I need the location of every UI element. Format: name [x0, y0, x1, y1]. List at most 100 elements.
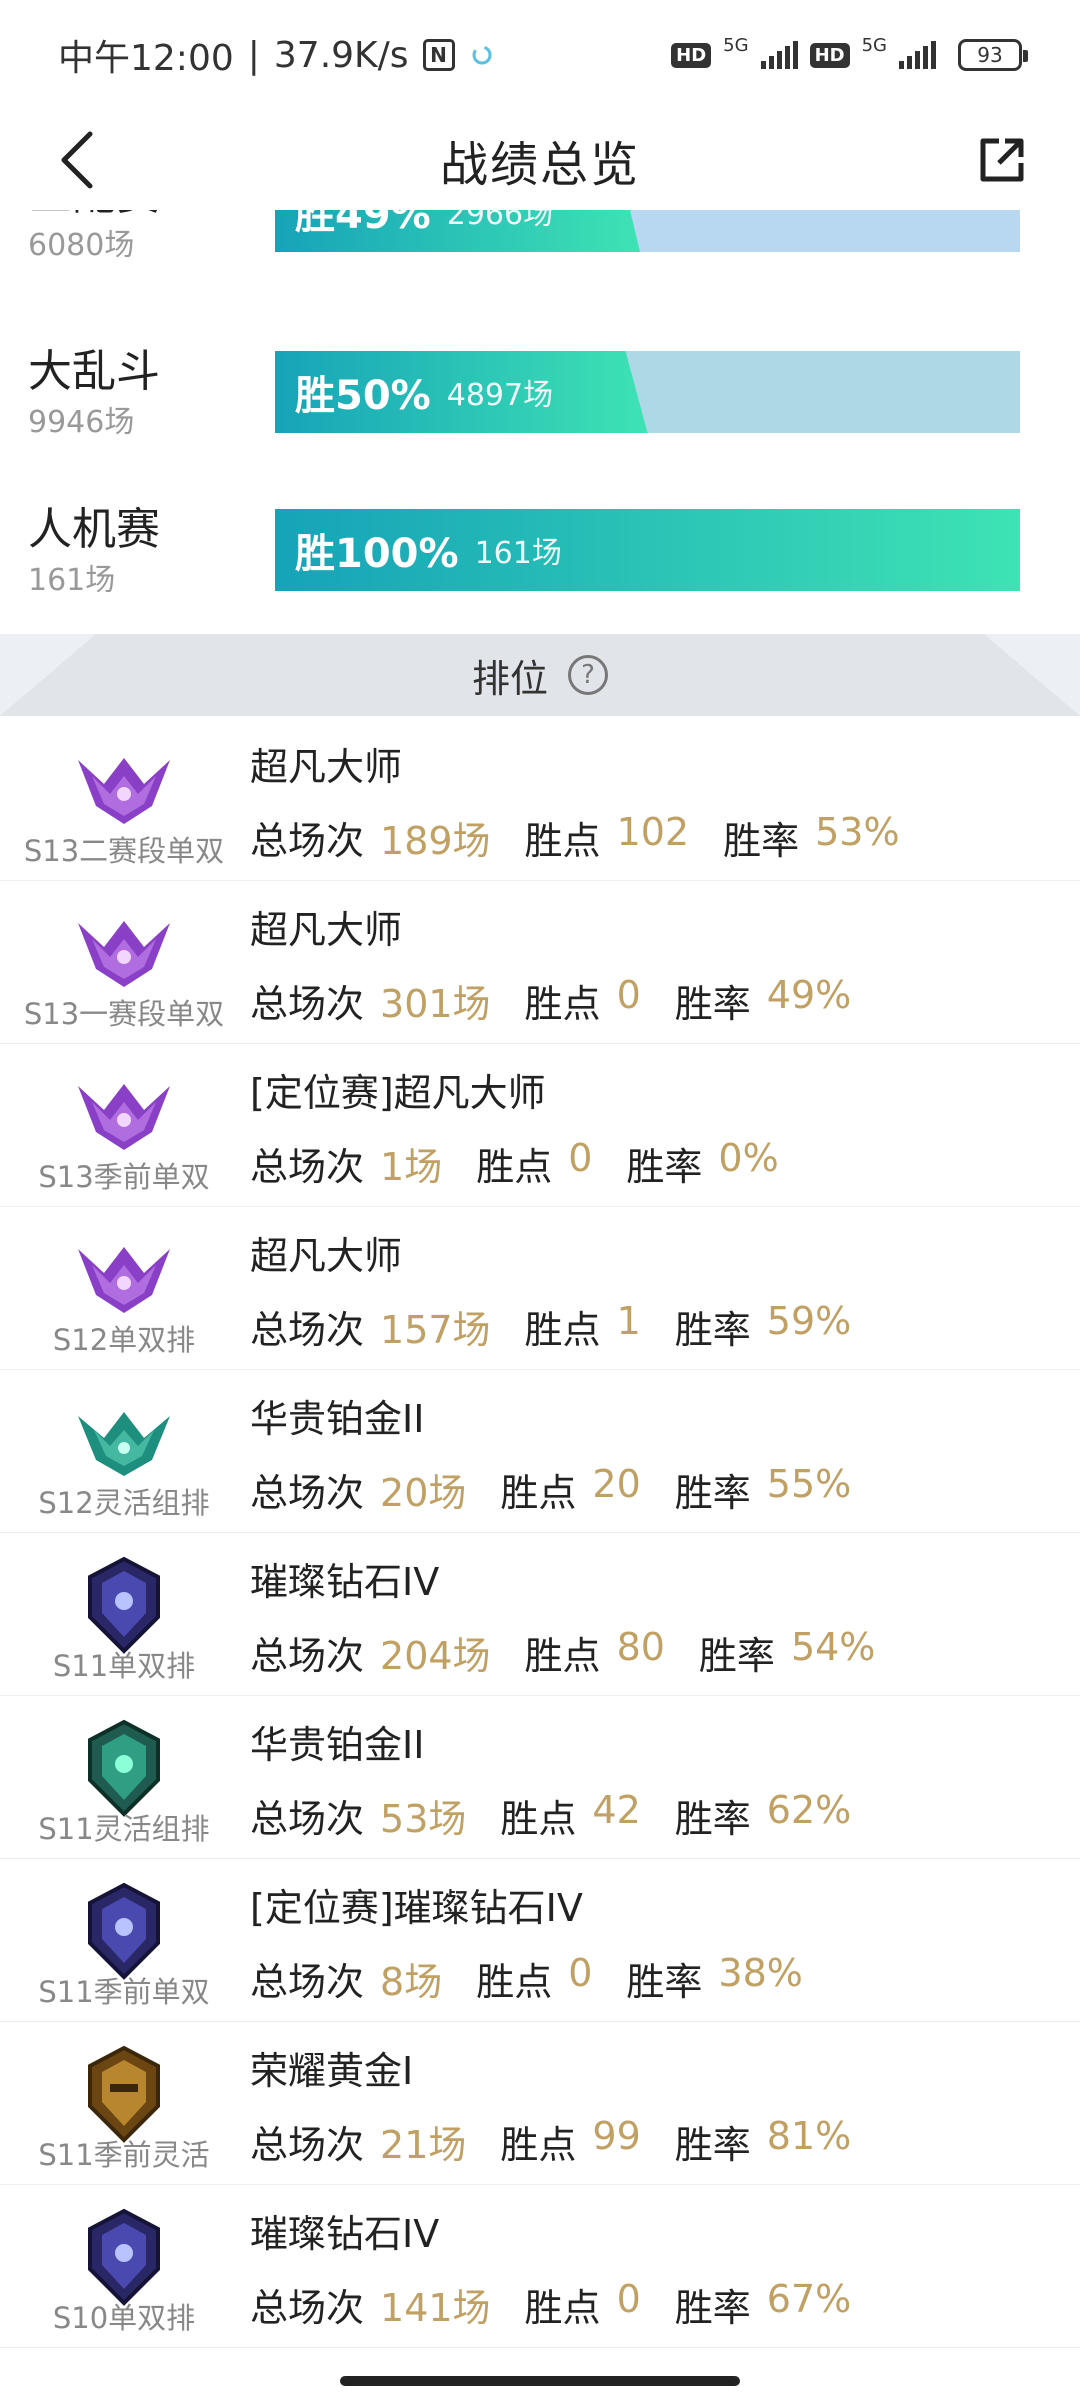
status-divider: | [247, 34, 260, 76]
win-games: 161场 [474, 536, 562, 571]
network-type-1: 5G [723, 34, 749, 56]
rank-tier: [定位赛]璀璨钻石IV [250, 1886, 583, 1930]
rank-row[interactable]: S11灵活组排 华贵铂金II 总场次 53场 胜点 42 胜率 62% [0, 1696, 1080, 1859]
page-header: 战绩总览 [0, 110, 1080, 210]
rank-season: S12单双排 [52, 1323, 196, 1357]
rank-emblem [62, 2042, 186, 2146]
hd-badge-2: HD [809, 42, 850, 68]
master-emblem-icon [78, 921, 170, 987]
rank-season: S11单双排 [52, 1649, 196, 1683]
network-type-2: 5G [861, 34, 887, 56]
total-games-value: 53场 [380, 1797, 467, 1841]
home-indicator[interactable] [340, 2376, 740, 2386]
win-rate-label: 胜率 [626, 1960, 703, 2004]
league-points-value: 0 [568, 1951, 593, 1995]
nfc-icon: N [422, 39, 455, 71]
win-rate-value: 67% [766, 2277, 852, 2321]
win-games: 2966场 [446, 210, 554, 232]
total-games-value: 157场 [380, 1308, 491, 1352]
back-button[interactable] [40, 122, 116, 198]
win-rate-value: 62% [766, 1788, 852, 1832]
total-games-label: 总场次 [250, 1960, 365, 2004]
rank-season: S10单双排 [52, 2301, 196, 2335]
rank-row[interactable]: S13一赛段单双 超凡大师 总场次 301场 胜点 0 胜率 49% [0, 881, 1080, 1044]
win-rate-value: 55% [766, 1462, 852, 1506]
rank-stats: 总场次 141场 胜点 0 胜率 67% [250, 2277, 885, 2332]
question-circle-icon[interactable]: ? [568, 655, 608, 695]
win-rate-label: 胜率 [674, 2286, 751, 2330]
rank-season: S11季前单双 [38, 1975, 210, 2009]
rank-row[interactable]: S13二赛段单双 超凡大师 总场次 189场 胜点 102 胜率 53% [0, 718, 1080, 881]
league-points-value: 20 [592, 1462, 641, 1506]
mode-row[interactable]: 匹配赛 6080场 胜49% 2966场 [0, 210, 1080, 320]
total-games-label: 总场次 [250, 1145, 365, 1189]
win-rate-label: 胜率 [626, 1145, 703, 1189]
rank-stats: 总场次 8场 胜点 0 胜率 38% [250, 1951, 837, 2006]
bar-text: 胜100% 161场 [295, 509, 562, 591]
total-games-value: 141场 [380, 2286, 491, 2330]
league-points-value: 42 [592, 1788, 641, 1832]
status-left: 中午12:00 | 37.9K/s N [58, 29, 495, 81]
page-title: 战绩总览 [439, 137, 640, 193]
platinum-emblem-icon [78, 1412, 170, 1476]
total-games-value: 189场 [380, 819, 491, 863]
gold-helmet-emblem-icon [88, 2045, 160, 2143]
league-points-value: 102 [616, 810, 690, 854]
win-rate-label: 胜率 [698, 1634, 775, 1678]
rank-emblem [62, 1390, 186, 1494]
rank-tier: 超凡大师 [250, 908, 403, 952]
rank-stats: 总场次 189场 胜点 102 胜率 53% [250, 810, 934, 865]
status-right: HD 5G HD 5G 93 [671, 35, 1028, 71]
rank-stats: 总场次 157场 胜点 1 胜率 59% [250, 1299, 885, 1354]
status-speed: 37.9K/s [273, 34, 409, 76]
rank-stats: 总场次 301场 胜点 0 胜率 49% [250, 973, 885, 1028]
league-points-value: 99 [592, 2114, 641, 2158]
bar-text: 胜50% 4897场 [295, 351, 553, 433]
win-rate-bar: 胜100% 161场 [275, 509, 1020, 591]
total-games-value: 21场 [380, 2123, 467, 2167]
rank-stats: 总场次 20场 胜点 20 胜率 55% [250, 1462, 885, 1517]
win-label: 胜49% [295, 210, 431, 238]
master-emblem-icon [78, 1247, 170, 1313]
rank-stats: 总场次 53场 胜点 42 胜率 62% [250, 1788, 885, 1843]
rank-row[interactable]: S12单双排 超凡大师 总场次 157场 胜点 1 胜率 59% [0, 1207, 1080, 1370]
diamond-helmet-emblem-icon [88, 1556, 160, 1654]
rank-emblem [62, 1553, 186, 1657]
mode-row[interactable]: 大乱斗 9946场 胜50% 4897场 [0, 335, 1080, 455]
diamond-helmet-emblem-icon [88, 1882, 160, 1980]
total-games-value: 301场 [380, 982, 491, 1026]
share-external-icon [980, 138, 1024, 182]
total-games-label: 总场次 [250, 1471, 365, 1515]
league-points-label: 胜点 [500, 1471, 577, 1515]
league-points-value: 0 [616, 973, 641, 1017]
rank-row[interactable]: S12灵活组排 华贵铂金II 总场次 20场 胜点 20 胜率 55% [0, 1370, 1080, 1533]
win-rate-value: 81% [766, 2114, 852, 2158]
rank-season: S11灵活组排 [38, 1812, 210, 1846]
rank-row[interactable]: S13季前单双 [定位赛]超凡大师 总场次 1场 胜点 0 胜率 0% [0, 1044, 1080, 1207]
signal-icon-1 [760, 41, 798, 69]
total-games-label: 总场次 [250, 2123, 365, 2167]
league-points-label: 胜点 [524, 982, 601, 1026]
bar-text: 胜49% 2966场 [295, 210, 553, 252]
rank-row[interactable]: S11单双排 璀璨钻石IV 总场次 204场 胜点 80 胜率 54% [0, 1533, 1080, 1696]
rank-row[interactable]: S10单双排 璀璨钻石IV 总场次 141场 胜点 0 胜率 67% [0, 2185, 1080, 2348]
total-games-label: 总场次 [250, 819, 365, 863]
rank-season: S13季前单双 [38, 1160, 210, 1194]
rank-tier: 华贵铂金II [250, 1397, 425, 1441]
league-points-label: 胜点 [476, 1145, 553, 1189]
rank-emblem [62, 1716, 186, 1820]
share-button[interactable] [964, 122, 1040, 198]
rank-row[interactable]: S11季前灵活 荣耀黄金I 总场次 21场 胜点 99 胜率 81% [0, 2022, 1080, 2185]
league-points-label: 胜点 [524, 1308, 601, 1352]
rank-row[interactable]: S11季前单双 [定位赛]璀璨钻石IV 总场次 8场 胜点 0 胜率 38% [0, 1859, 1080, 2022]
rank-tier: 超凡大师 [250, 1234, 403, 1278]
diamond-helmet-emblem-icon [88, 2208, 160, 2306]
rank-tier: 超凡大师 [250, 745, 403, 789]
league-points-label: 胜点 [524, 2286, 601, 2330]
platinum-helmet-emblem-icon [88, 1719, 160, 1817]
win-label: 胜50% [295, 373, 431, 419]
rank-stats: 总场次 1场 胜点 0 胜率 0% [250, 1136, 813, 1191]
mode-row[interactable]: 人机赛 161场 胜100% 161场 [0, 493, 1080, 613]
rank-season: S12灵活组排 [38, 1486, 210, 1520]
mode-count: 6080场 [28, 228, 135, 263]
